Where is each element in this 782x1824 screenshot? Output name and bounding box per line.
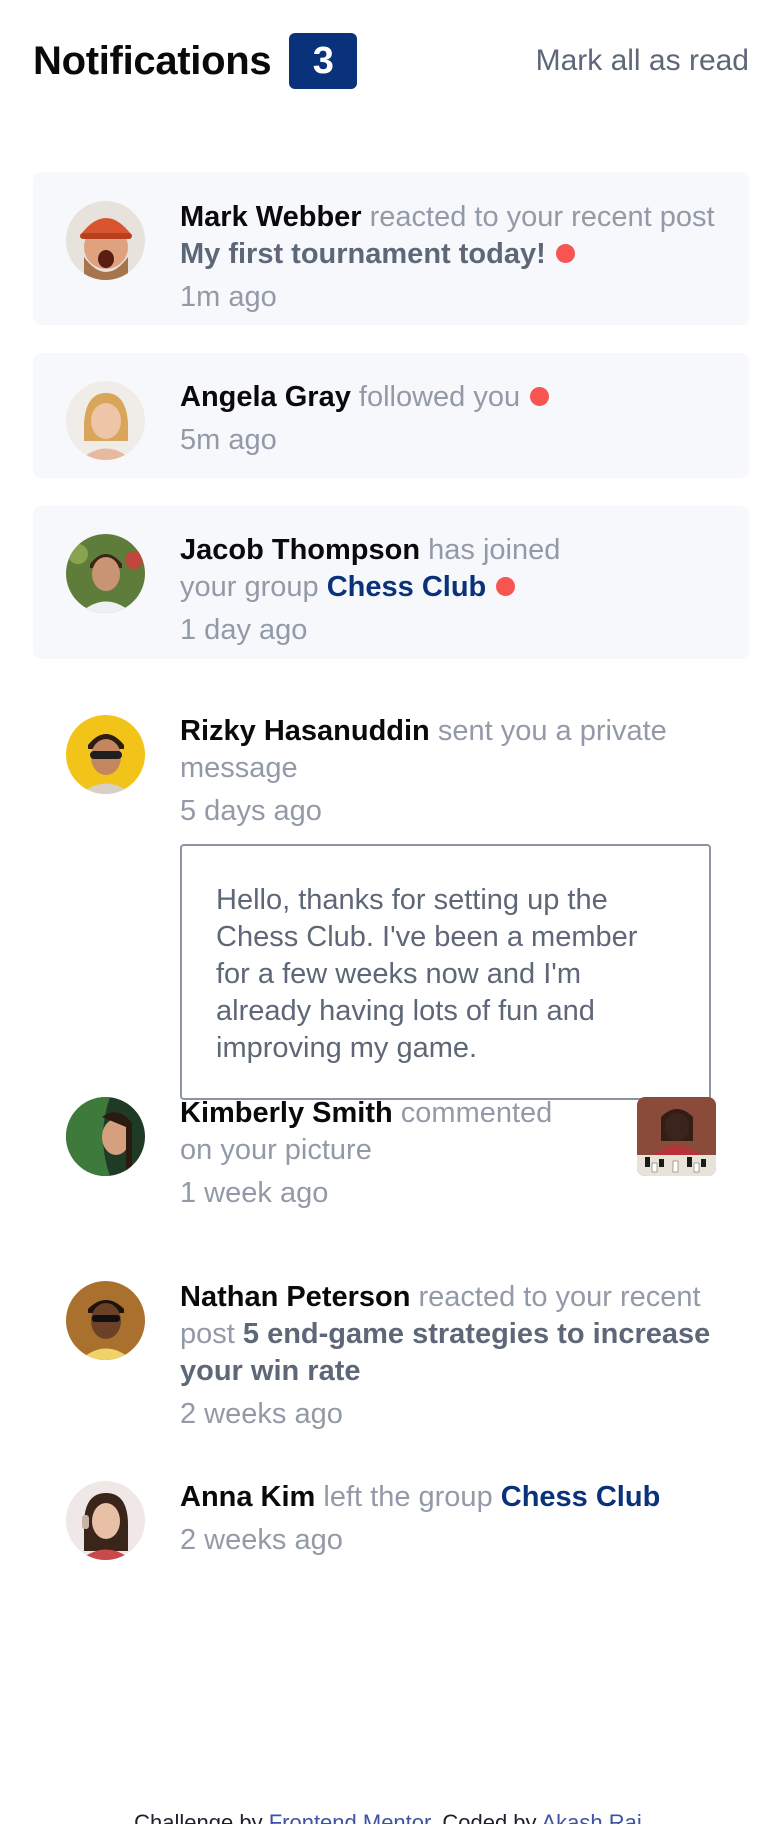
notification-item[interactable]: Mark Webber reacted to your recent post …: [33, 172, 749, 325]
attribution-footer: Challenge by Frontend Mentor. Coded by A…: [0, 1810, 782, 1824]
notification-content: Kimberly Smith commented on your picture…: [180, 1095, 590, 1212]
notifications-header: Notifications 3 Mark all as read: [33, 33, 749, 89]
notification-content: Anna Kim left the group Chess Club 2 wee…: [180, 1479, 720, 1559]
avatar-kimberly-smith[interactable]: [66, 1097, 145, 1176]
attribution-prefix: Challenge by: [134, 1810, 263, 1824]
notification-time: 1m ago: [180, 281, 277, 313]
notifier-name[interactable]: Rizky Hasanuddin: [180, 715, 430, 747]
attribution-middle: . Coded by: [430, 1810, 537, 1824]
mark-all-read-button[interactable]: Mark all as read: [536, 44, 749, 78]
unread-dot: [555, 243, 575, 263]
attribution-suffix: .: [641, 1810, 648, 1824]
notifier-name[interactable]: Angela Gray: [180, 381, 351, 413]
notifier-name[interactable]: Nathan Peterson: [180, 1281, 410, 1313]
unread-dot: [496, 576, 516, 596]
page-title: Notifications: [33, 38, 272, 83]
avatar-jacob-thompson[interactable]: [66, 534, 145, 613]
notification-time: 2 weeks ago: [180, 1398, 343, 1430]
notifier-name[interactable]: Jacob Thompson: [180, 534, 420, 566]
notification-time: 1 day ago: [180, 614, 308, 646]
title-group: Notifications 3: [33, 33, 358, 89]
notification-item[interactable]: Angela Gray followed you 5m ago: [33, 353, 749, 478]
notification-content: Rizky Hasanuddin sent you a private mess…: [180, 713, 700, 830]
notification-content: Mark Webber reacted to your recent post …: [180, 199, 720, 316]
notifier-name[interactable]: Mark Webber: [180, 201, 362, 233]
avatar-nathan-peterson[interactable]: [66, 1281, 145, 1360]
chess-picture-thumbnail[interactable]: [637, 1097, 716, 1176]
notification-time: 1 week ago: [180, 1177, 329, 1209]
avatar-mark-webber[interactable]: [66, 201, 145, 280]
notifier-name[interactable]: Anna Kim: [180, 1481, 315, 1513]
notifications-page: Notifications 3 Mark all as read Mark We…: [0, 0, 782, 1824]
notification-action: followed you: [358, 381, 521, 413]
notification-group-link[interactable]: Chess Club: [501, 1481, 661, 1513]
notification-post-link[interactable]: My first tournament today!: [180, 238, 546, 270]
avatar-rizky-hasanuddin[interactable]: [66, 715, 145, 794]
unread-count-badge: 3: [289, 33, 358, 89]
notification-action: left the group: [323, 1481, 493, 1513]
author-link[interactable]: Akash Raj: [541, 1810, 641, 1824]
notifier-name[interactable]: Kimberly Smith: [180, 1097, 393, 1129]
unread-dot: [530, 386, 550, 406]
notification-item[interactable]: Kimberly Smith commented on your picture…: [33, 1067, 749, 1251]
notification-action: reacted to your recent post: [369, 201, 715, 233]
notification-content: Jacob Thompson has joined your group Che…: [180, 532, 600, 649]
notification-post-link[interactable]: 5 end-game strategies to increase your w…: [180, 1318, 710, 1387]
notification-time: 5m ago: [180, 424, 277, 456]
frontend-mentor-link[interactable]: Frontend Mentor: [269, 1810, 430, 1824]
notification-time: 2 weeks ago: [180, 1524, 343, 1556]
private-message-preview[interactable]: Hello, thanks for setting up the Chess C…: [180, 844, 711, 1100]
notification-item[interactable]: Jacob Thompson has joined your group Che…: [33, 506, 749, 659]
notification-item[interactable]: Rizky Hasanuddin sent you a private mess…: [33, 687, 749, 1100]
notification-time: 5 days ago: [180, 795, 322, 827]
avatar-anna-kim[interactable]: [66, 1481, 145, 1560]
notification-item[interactable]: Anna Kim left the group Chess Club 2 wee…: [33, 1451, 749, 1611]
notification-item[interactable]: Nathan Peterson reacted to your recent p…: [33, 1251, 749, 1451]
notification-content: Nathan Peterson reacted to your recent p…: [180, 1279, 720, 1433]
notification-group-link[interactable]: Chess Club: [327, 571, 487, 603]
notification-content: Angela Gray followed you 5m ago: [180, 379, 720, 459]
avatar-angela-gray[interactable]: [66, 381, 145, 460]
